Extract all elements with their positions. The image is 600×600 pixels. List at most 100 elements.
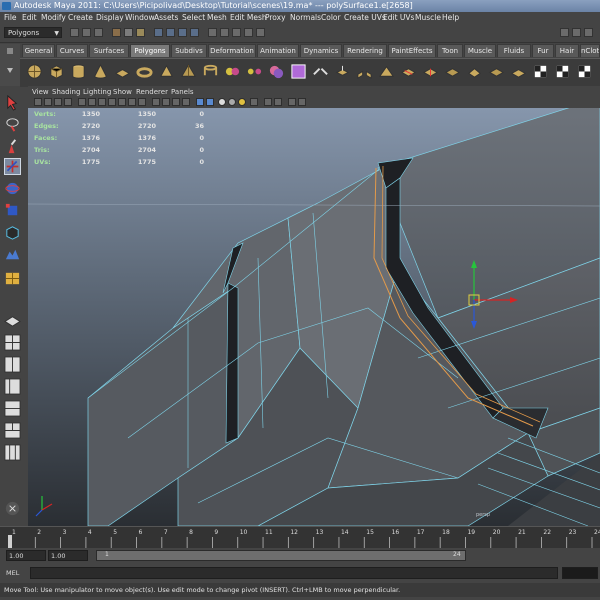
open-scene-icon[interactable]	[82, 28, 91, 37]
menu-color[interactable]: Color	[321, 12, 341, 24]
new-scene-icon[interactable]	[70, 28, 79, 37]
boolean-icon[interactable]	[268, 63, 285, 80]
smooth-icon[interactable]	[290, 63, 307, 80]
paint-select-tool-icon[interactable]	[4, 138, 21, 155]
poly-cube-icon[interactable]	[48, 63, 65, 80]
safe-title-icon[interactable]	[138, 98, 146, 106]
tab-curves[interactable]: Curves	[56, 44, 88, 57]
menu-normals[interactable]: Normals	[290, 12, 321, 24]
separate-icon[interactable]	[246, 63, 263, 80]
tab-toon[interactable]: Toon	[437, 44, 463, 57]
menu-proxy[interactable]: Proxy	[265, 12, 286, 24]
rotate-tool-icon[interactable]	[4, 180, 21, 197]
extrude-icon[interactable]	[334, 63, 351, 80]
tab-painteffects[interactable]: PaintEffects	[388, 44, 436, 57]
layout-hypershade-icon[interactable]	[4, 422, 21, 439]
layout-persp-outliner-icon[interactable]	[4, 378, 21, 395]
channel-box-icon[interactable]	[560, 28, 569, 37]
menu-window[interactable]: Window	[125, 12, 155, 24]
insert-edge-loop-icon[interactable]	[422, 63, 439, 80]
panel-menu-renderer[interactable]: Renderer	[136, 88, 168, 96]
resolution-gate-icon[interactable]	[98, 98, 106, 106]
shelf-side-menu[interactable]	[0, 44, 20, 86]
grid-toggle-icon[interactable]	[78, 98, 86, 106]
attribute-editor-icon[interactable]	[572, 28, 581, 37]
select-component-icon[interactable]	[136, 28, 145, 37]
bridge-icon[interactable]	[356, 63, 373, 80]
mesh-view[interactable]	[28, 108, 600, 526]
menu-display[interactable]: Display	[96, 12, 124, 24]
tool-settings-icon[interactable]	[584, 28, 593, 37]
playback-start-field[interactable]: 1.00	[48, 550, 88, 561]
menu-create[interactable]: Create	[68, 12, 93, 24]
menu-edit-uvs[interactable]: Edit UVs	[383, 12, 414, 24]
menu-modify[interactable]: Modify	[41, 12, 66, 24]
poly-cylinder-icon[interactable]	[70, 63, 87, 80]
snap-curve-icon[interactable]	[166, 28, 175, 37]
image-plane-icon[interactable]	[64, 98, 72, 106]
menu-edit[interactable]: Edit	[22, 12, 37, 24]
menu-select[interactable]: Select	[182, 12, 205, 24]
render-current-icon[interactable]	[232, 28, 241, 37]
menu-create-uvs[interactable]: Create UVs	[344, 12, 386, 24]
isolate-select-icon[interactable]	[250, 98, 258, 106]
layout-side-icon[interactable]	[4, 356, 21, 373]
smooth-shade-icon[interactable]	[162, 98, 170, 106]
time-slider[interactable]: 1 2 3 4 5 6 7 8 9 10 11 12 13 14 15 16 17 18 19 20 21 22 23 24	[0, 526, 600, 549]
range-bar[interactable]: 1 24	[96, 550, 466, 561]
gate-mask-icon[interactable]	[108, 98, 116, 106]
use-lights-icon[interactable]	[206, 98, 214, 106]
save-scene-icon[interactable]	[94, 28, 103, 37]
poly-sphere-icon[interactable]	[26, 63, 43, 80]
layout-uv-icon[interactable]	[4, 444, 21, 461]
tab-surfaces[interactable]: Surfaces	[89, 44, 129, 57]
high-quality-icon[interactable]	[238, 98, 246, 106]
sculpt-geometry-icon[interactable]	[510, 63, 527, 80]
layout-single-icon[interactable]	[4, 312, 21, 329]
menu-set-select[interactable]: Polygons ▼	[4, 27, 62, 38]
tab-general[interactable]: General	[22, 44, 55, 57]
poly-cone-icon[interactable]	[92, 63, 109, 80]
history-icon[interactable]	[208, 28, 217, 37]
animation-start-field[interactable]: 1.00	[6, 550, 46, 561]
camera-attributes-icon[interactable]	[44, 98, 52, 106]
x-ray-icon[interactable]	[182, 98, 190, 106]
current-time-marker[interactable]	[8, 535, 12, 548]
select-tool-icon[interactable]	[4, 94, 21, 111]
poly-pipe-icon[interactable]	[202, 63, 219, 80]
camera-zoom-icon[interactable]	[274, 98, 282, 106]
layout-four-icon[interactable]	[4, 334, 21, 351]
menu-muscle[interactable]: Muscle	[415, 12, 441, 24]
safe-action-icon[interactable]	[128, 98, 136, 106]
default-light-icon[interactable]	[228, 98, 236, 106]
render-view-icon[interactable]	[220, 28, 229, 37]
tab-subdivs[interactable]: Subdivs	[171, 44, 207, 57]
viewport-overlay-icon[interactable]	[298, 98, 306, 106]
offset-edge-loop-icon[interactable]	[444, 63, 461, 80]
film-gate-icon[interactable]	[88, 98, 96, 106]
move-tool-icon[interactable]	[4, 158, 21, 175]
tab-muscle[interactable]: Muscle	[464, 44, 496, 57]
cylindrical-mapping-icon[interactable]	[554, 63, 571, 80]
wireframe-on-shaded-icon[interactable]	[172, 98, 180, 106]
combine-icon[interactable]	[224, 63, 241, 80]
hand-grab-icon[interactable]	[4, 500, 21, 517]
bookmark-icon[interactable]	[54, 98, 62, 106]
wireframe-icon[interactable]	[152, 98, 160, 106]
camera-select-icon[interactable]	[34, 98, 42, 106]
tab-dynamics[interactable]: Dynamics	[300, 44, 342, 57]
snap-grid-icon[interactable]	[154, 28, 163, 37]
menu-edit-mesh[interactable]: Edit Mesh	[230, 12, 267, 24]
panel-menu-show[interactable]: Show	[113, 88, 132, 96]
menu-mesh[interactable]: Mesh	[207, 12, 227, 24]
mel-input[interactable]	[30, 567, 558, 579]
snap-point-icon[interactable]	[178, 28, 187, 37]
viewport-options-icon[interactable]	[288, 98, 296, 106]
menu-assets[interactable]: Assets	[154, 12, 178, 24]
field-chart-icon[interactable]	[118, 98, 126, 106]
poly-pyramid-icon[interactable]	[180, 63, 197, 80]
tab-polygons[interactable]: Polygons	[130, 44, 170, 57]
merge-vertex-icon[interactable]	[488, 63, 505, 80]
bevel-icon[interactable]	[466, 63, 483, 80]
tab-animation[interactable]: Animation	[257, 44, 299, 57]
